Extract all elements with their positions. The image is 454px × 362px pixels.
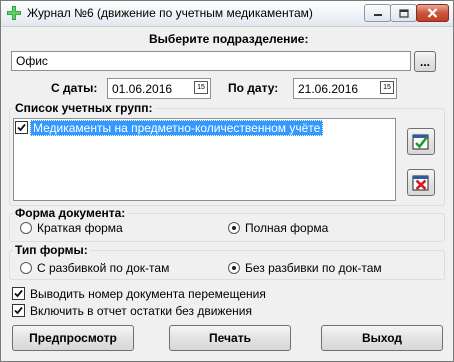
minimize-button[interactable] xyxy=(364,4,391,22)
exit-button-label: Выход xyxy=(361,331,403,345)
department-input[interactable]: Офис xyxy=(11,51,411,71)
list-item[interactable]: Медикаменты на предметно-количественном … xyxy=(15,119,324,136)
print-button[interactable]: Печать xyxy=(169,325,291,351)
close-button[interactable] xyxy=(416,4,449,22)
checkmark-icon xyxy=(14,289,23,298)
browse-button-label: ... xyxy=(419,54,430,69)
include-idle-stock-checkbox[interactable] xyxy=(12,304,25,317)
print-button-label: Печать xyxy=(209,331,251,345)
maximize-button[interactable] xyxy=(390,4,417,22)
layout-type-title: Тип формы: xyxy=(13,243,90,257)
show-transfer-number-label[interactable]: Выводить номер документа перемещения xyxy=(30,287,266,301)
date-from-calendar-icon[interactable]: 15 xyxy=(194,81,208,94)
maximize-icon xyxy=(398,8,409,18)
preview-button-label: Предпросмотр xyxy=(29,331,117,345)
uncheck-all-button[interactable] xyxy=(407,169,435,196)
browse-department-button[interactable]: ... xyxy=(414,51,436,72)
radio-full-form[interactable] xyxy=(228,222,240,234)
minimize-icon xyxy=(373,14,382,16)
groups-title: Список учетных групп: xyxy=(13,101,155,115)
calendar-icon-label: 15 xyxy=(383,84,391,91)
report-dialog-window: Журнал №6 (движение по учетным медикамен… xyxy=(0,0,454,362)
date-to-calendar-icon[interactable]: 15 xyxy=(380,81,394,94)
green-cross-icon xyxy=(7,6,21,20)
groups-listbox[interactable]: Медикаменты на предметно-количественном … xyxy=(13,118,396,201)
date-to-value: 21.06.2016 xyxy=(298,81,359,96)
radio-without-breakdown-label[interactable]: Без разбивки по док-там xyxy=(245,261,382,275)
radio-with-breakdown-label[interactable]: С разбивкой по док-там xyxy=(37,261,169,275)
radio-with-breakdown[interactable] xyxy=(20,262,32,274)
list-item-checkbox[interactable] xyxy=(15,121,28,134)
department-value: Офис xyxy=(16,54,48,68)
radio-full-form-label[interactable]: Полная форма xyxy=(245,221,328,235)
window-title: Журнал №6 (движение по учетным медикамен… xyxy=(27,6,313,20)
date-to-label: По дату: xyxy=(228,81,279,95)
close-icon xyxy=(427,8,438,18)
list-item-label: Медикаменты на предметно-количественном … xyxy=(30,119,324,136)
show-transfer-number-checkbox[interactable] xyxy=(12,287,25,300)
check-all-icon xyxy=(412,134,429,149)
calendar-icon-label: 15 xyxy=(197,84,205,91)
radio-short-form-label[interactable]: Краткая форма xyxy=(37,221,123,235)
department-label: Выберите подразделение: xyxy=(149,32,309,46)
uncheck-all-icon xyxy=(412,175,429,190)
preview-button[interactable]: Предпросмотр xyxy=(12,325,134,351)
title-bar[interactable]: Журнал №6 (движение по учетным медикамен… xyxy=(1,1,453,27)
radio-without-breakdown[interactable] xyxy=(228,262,240,274)
date-from-value: 01.06.2016 xyxy=(112,81,173,96)
exit-button[interactable]: Выход xyxy=(321,325,443,351)
date-from-label: С даты: xyxy=(51,81,98,95)
radio-short-form[interactable] xyxy=(20,222,32,234)
check-all-button[interactable] xyxy=(407,128,435,155)
form-type-title: Форма документа: xyxy=(13,206,128,220)
include-idle-stock-label[interactable]: Включить в отчет остатки без движения xyxy=(30,304,252,318)
checkmark-icon xyxy=(14,306,23,315)
checkmark-icon xyxy=(17,123,26,132)
